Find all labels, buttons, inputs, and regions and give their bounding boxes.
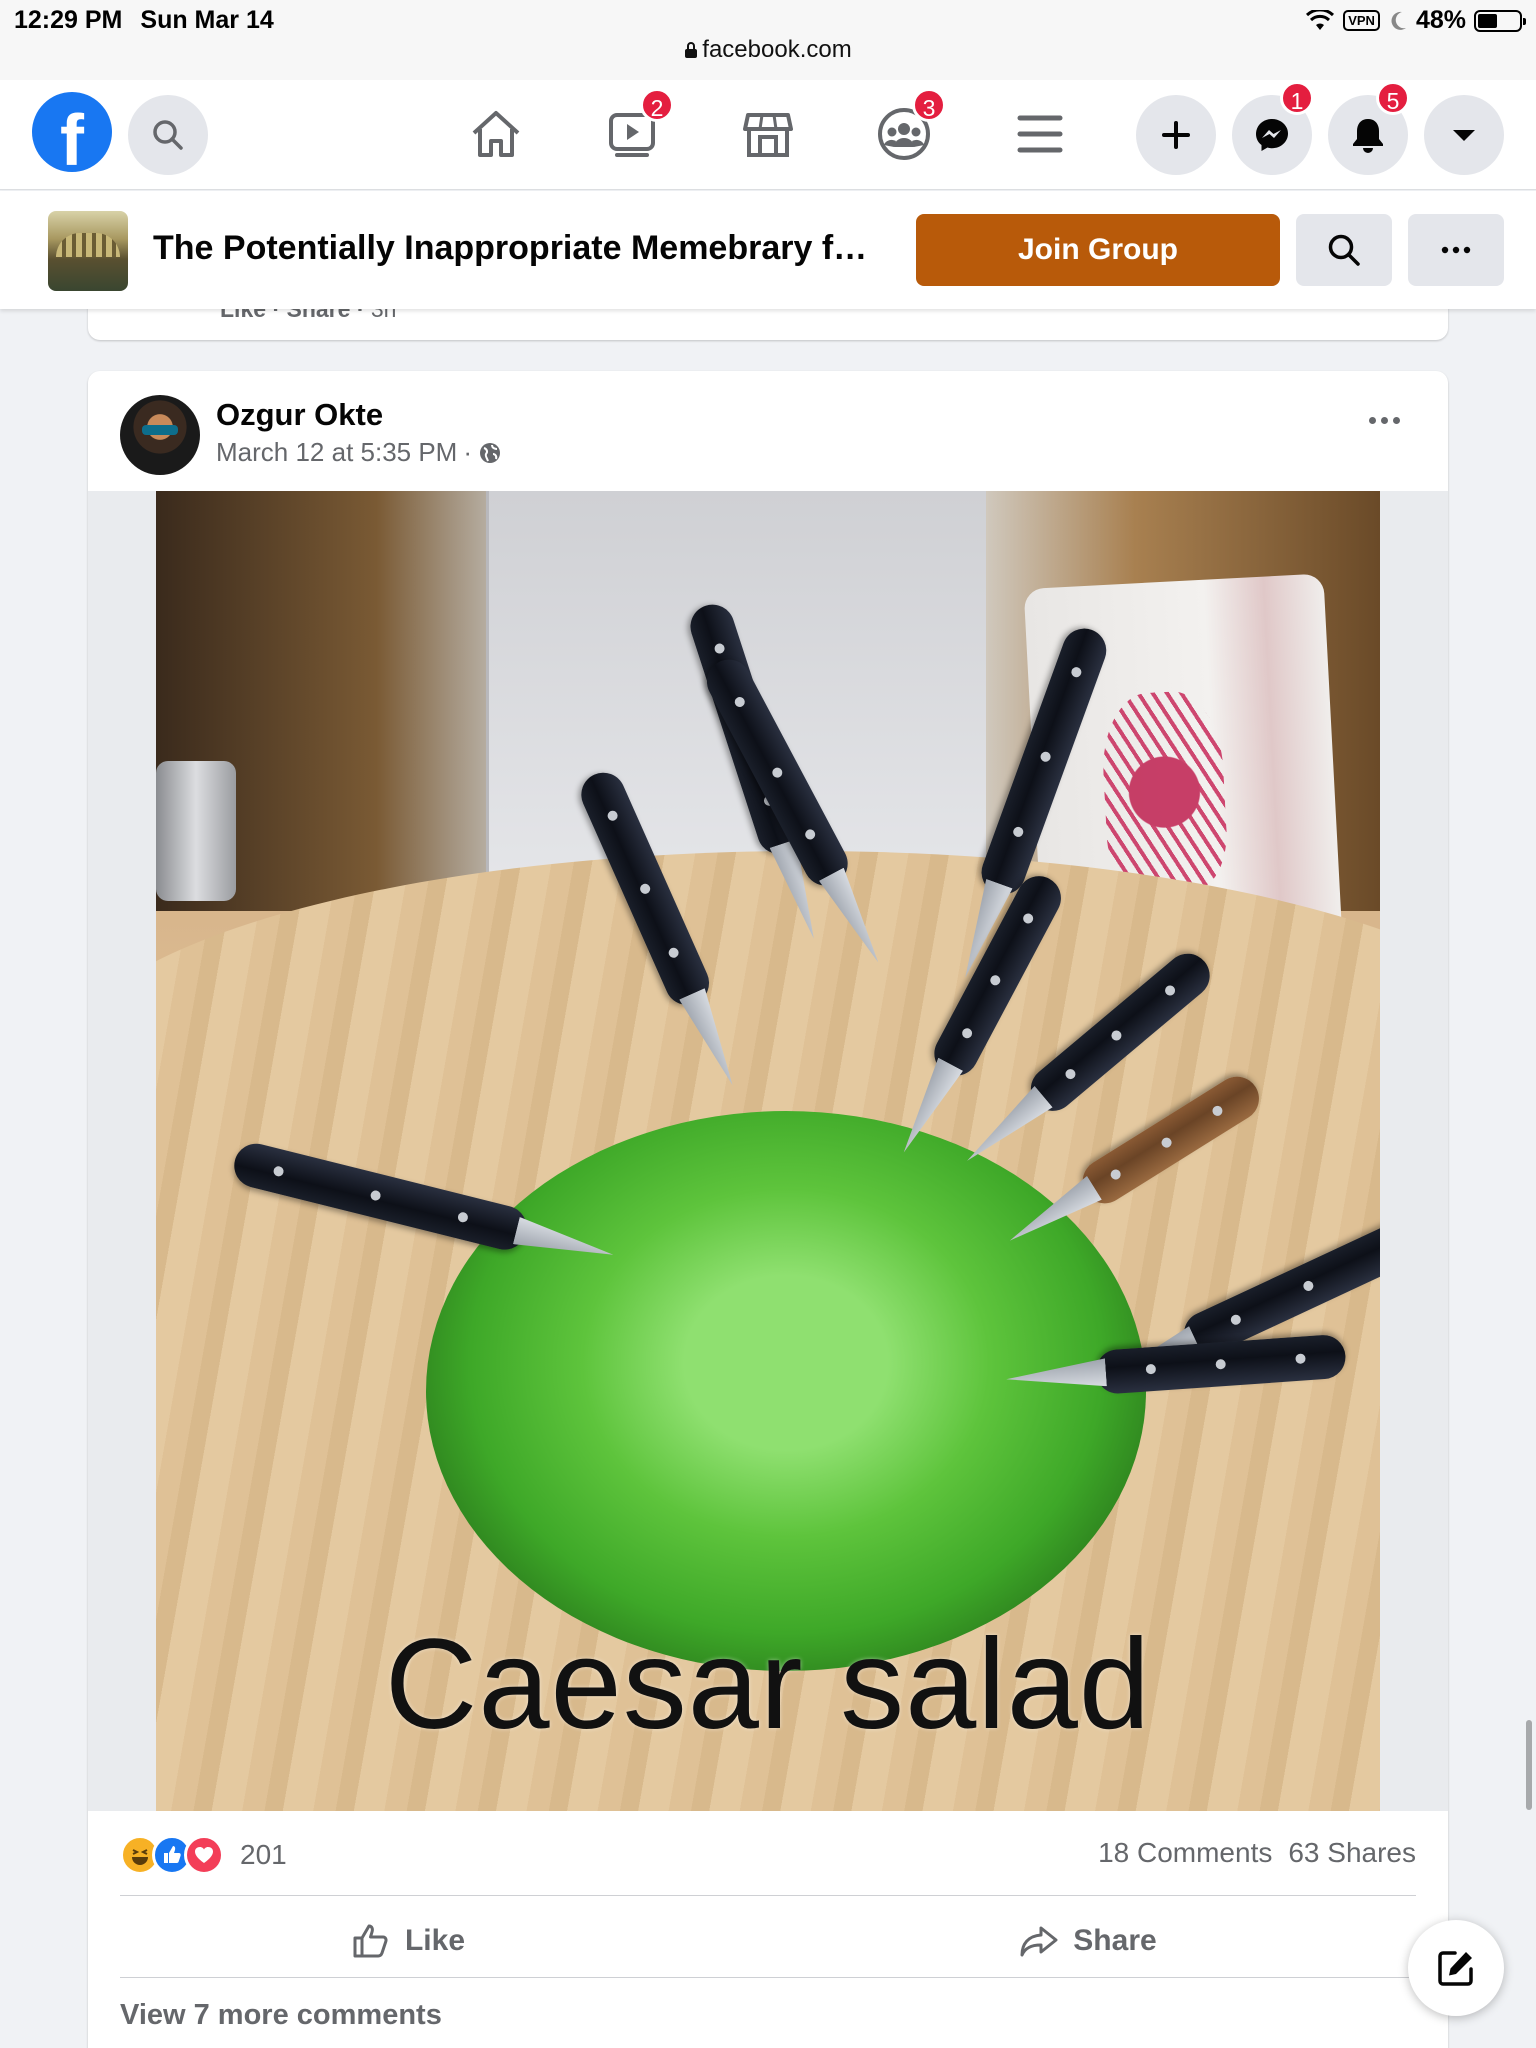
notifications-icon: [1353, 119, 1383, 153]
divider: [120, 1895, 1416, 1896]
more-icon: [1441, 246, 1471, 254]
image-caption: Caesar salad: [384, 1613, 1152, 1756]
search-icon: [1328, 234, 1360, 266]
status-bar: 12:29 PM Sun Mar 14 VPN 48% facebook.com: [0, 0, 1536, 80]
battery-percent: 48%: [1415, 6, 1466, 34]
group-thumbnail[interactable]: [48, 211, 128, 291]
share-icon: [1020, 1926, 1058, 1957]
messenger-icon: [1256, 119, 1288, 151]
vpn-badge: VPN: [1343, 10, 1380, 31]
groups-badge: 3: [912, 88, 946, 122]
create-icon: [1162, 121, 1190, 149]
post-card: Ozgur Okte March 12 at 5:35 PM · Caesar …: [88, 371, 1448, 2048]
dot: [1381, 417, 1388, 424]
love-icon: [184, 1835, 224, 1875]
meta-separator: ·: [463, 437, 473, 467]
top-nav: f 2 3 1 5: [0, 80, 1536, 190]
facebook-logo[interactable]: f: [32, 92, 112, 172]
group-search-button[interactable]: [1296, 214, 1392, 286]
marketplace-tab[interactable]: [736, 102, 800, 166]
lock-icon: [685, 42, 698, 58]
messenger-button[interactable]: 1: [1232, 81, 1314, 175]
menu-tab[interactable]: [1008, 102, 1072, 166]
post-meta: March 12 at 5:35 PM ·: [216, 437, 502, 468]
engagement-counts: 18 Comments 63 Shares: [1098, 1837, 1416, 1869]
battery-icon: [1474, 9, 1526, 32]
menu-icon: [1017, 115, 1063, 153]
avatar[interactable]: [120, 395, 200, 475]
account-dropdown-icon: [1453, 130, 1475, 141]
group-more-button[interactable]: [1408, 214, 1504, 286]
reaction-count: 201: [240, 1839, 287, 1870]
scrollbar[interactable]: [1526, 1720, 1532, 1810]
shares-count[interactable]: 63 Shares: [1288, 1837, 1416, 1869]
post-more-button[interactable]: [1369, 417, 1400, 424]
notifications-badge: 5: [1376, 81, 1410, 115]
account-button[interactable]: [1424, 95, 1504, 175]
reactions-summary[interactable]: 201: [120, 1835, 287, 1875]
dot: [1369, 417, 1376, 424]
group-title[interactable]: The Potentially Inappropriate Memebrary …: [153, 229, 883, 268]
image-lettuce: [426, 1111, 1146, 1671]
marketplace-icon: [743, 113, 793, 157]
home-tab[interactable]: [464, 102, 528, 166]
url-bar[interactable]: facebook.com: [0, 36, 1536, 64]
post-image-frame: Caesar salad: [88, 491, 1448, 1811]
search-icon: [153, 120, 183, 150]
view-more-comments-link[interactable]: View 7 more comments: [120, 1999, 442, 2032]
join-group-button[interactable]: Join Group: [916, 214, 1280, 286]
share-button[interactable]: Share: [768, 1901, 1408, 1981]
group-header-bar: The Potentially Inappropriate Memebrary …: [0, 191, 1536, 309]
notifications-button[interactable]: 5: [1328, 81, 1410, 175]
search-button[interactable]: [128, 95, 208, 175]
compose-button[interactable]: [1408, 1920, 1504, 2016]
status-time-date: 12:29 PM Sun Mar 14: [14, 6, 292, 35]
image-shaker: [156, 761, 236, 901]
groups-tab[interactable]: 3: [872, 88, 946, 166]
share-label: Share: [1073, 1924, 1157, 1957]
status-time: 12:29 PM: [14, 6, 123, 34]
status-date: Sun Mar 14: [140, 6, 274, 34]
url-text: facebook.com: [702, 36, 852, 63]
like-label: Like: [404, 1924, 466, 1957]
dot: [1393, 417, 1400, 424]
create-button[interactable]: [1136, 95, 1216, 175]
home-icon: [472, 111, 520, 157]
like-outline-icon: [353, 1924, 388, 1958]
like-button[interactable]: Like: [88, 1901, 728, 1981]
wifi-icon: [1306, 9, 1335, 30]
comments-count[interactable]: 18 Comments: [1098, 1837, 1272, 1869]
post-author[interactable]: Ozgur Okte: [216, 397, 383, 433]
compose-icon: [1438, 1951, 1473, 1986]
divider: [120, 1977, 1416, 1978]
post-timestamp[interactable]: March 12 at 5:35 PM: [216, 437, 457, 468]
post-image[interactable]: Caesar salad: [156, 491, 1380, 1811]
watch-badge: 2: [640, 88, 674, 122]
status-indicators: VPN 48%: [1305, 6, 1526, 35]
globe-icon: [480, 442, 501, 463]
battery-fill: [1478, 13, 1498, 28]
watch-tab[interactable]: 2: [600, 88, 674, 166]
messenger-badge: 1: [1280, 81, 1314, 115]
moon-icon: [1391, 11, 1406, 30]
